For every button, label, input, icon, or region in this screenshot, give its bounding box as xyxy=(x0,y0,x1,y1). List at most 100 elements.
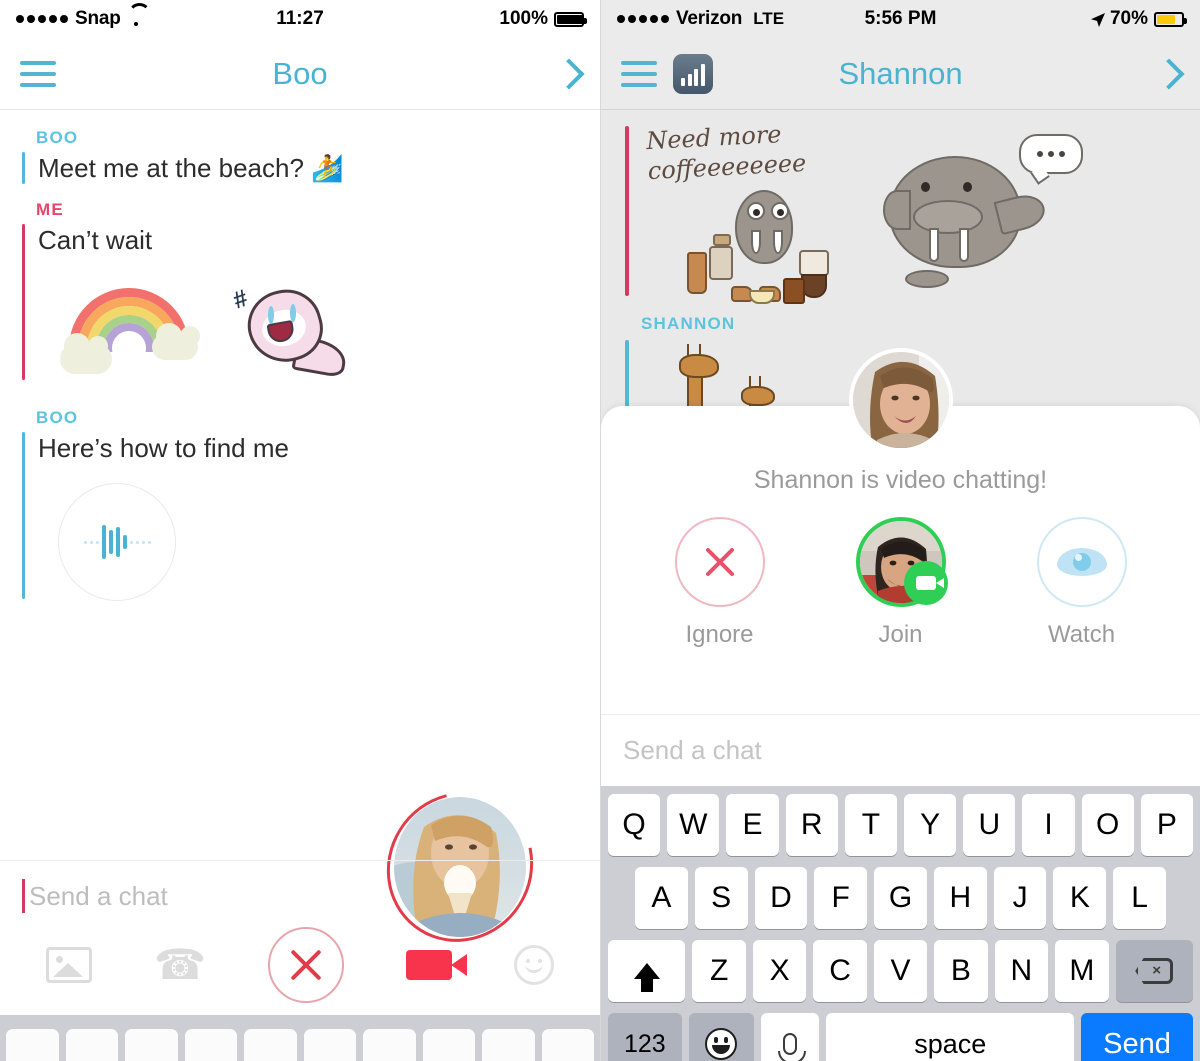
key-l[interactable]: L xyxy=(1113,867,1167,929)
keyboard-row-3: Z X C V B N M × xyxy=(605,940,1196,1002)
chat-message[interactable]: ME Can’t wait # xyxy=(0,200,600,382)
key-b[interactable]: B xyxy=(934,940,988,1002)
video-chat-actions: Ignore Join Watch xyxy=(601,495,1200,659)
composer-left: Send a chat ☎ xyxy=(0,860,600,1061)
action-label: Join xyxy=(878,621,923,648)
space-key[interactable]: space xyxy=(826,1013,1075,1061)
status-right-group: 100% xyxy=(499,8,587,30)
key-i[interactable]: I xyxy=(1022,794,1075,856)
dual-screenshot: Snap 11:27 100% Boo BOO Meet me at the b… xyxy=(0,0,1200,1061)
battery-icon xyxy=(554,11,587,27)
battery-percent: 100% xyxy=(499,8,548,29)
status-left-group: Snap xyxy=(16,8,145,30)
send-button[interactable]: Send xyxy=(1081,1013,1193,1061)
video-camera-icon[interactable] xyxy=(406,950,468,980)
keyboard-peek-strip[interactable] xyxy=(0,1015,600,1061)
gallery-icon[interactable] xyxy=(46,947,92,983)
battery-percent: 70% xyxy=(1109,8,1148,29)
audio-note-waveform[interactable] xyxy=(58,483,176,602)
key-m[interactable]: M xyxy=(1055,940,1109,1002)
key-x[interactable]: X xyxy=(752,940,807,1002)
hamburger-menu-icon[interactable] xyxy=(20,60,56,87)
chat-input-right[interactable]: Send a chat xyxy=(601,714,1200,786)
key-e[interactable]: E xyxy=(726,794,779,856)
network-type: LTE xyxy=(753,9,785,28)
key-p[interactable]: P xyxy=(1140,794,1194,856)
phone-icon[interactable]: ☎ xyxy=(154,944,206,986)
wifi-icon xyxy=(128,12,145,26)
keyboard-row-4: 123 space Send xyxy=(605,1013,1196,1061)
walrus-speech-sticker xyxy=(879,134,1083,288)
message-sender: SHANNON xyxy=(641,314,736,333)
key-f[interactable]: F xyxy=(814,867,868,929)
page-title: Boo xyxy=(272,55,328,91)
signal-bars-icon[interactable] xyxy=(673,53,713,94)
key-y[interactable]: Y xyxy=(904,794,957,856)
key-t[interactable]: T xyxy=(844,794,897,856)
key-r[interactable]: R xyxy=(785,794,838,856)
keyboard-row-2: A S D F G H J K L xyxy=(605,867,1196,929)
status-bar-right: Verizon LTE 5:56 PM 70% xyxy=(601,0,1200,38)
battery-icon xyxy=(1154,11,1187,27)
status-right-group: 70% xyxy=(1090,8,1187,30)
chevron-right-icon[interactable] xyxy=(553,57,585,90)
status-bar-left: Snap 11:27 100% xyxy=(0,0,600,38)
shannon-avatar xyxy=(848,348,953,452)
rainbow-sticker xyxy=(54,282,204,378)
join-action[interactable]: Join xyxy=(826,517,976,649)
sticker-group: # xyxy=(54,278,600,382)
key-o[interactable]: O xyxy=(1081,794,1134,856)
key-a[interactable]: A xyxy=(634,867,688,929)
watch-action[interactable]: Watch xyxy=(1007,517,1157,649)
text-cursor xyxy=(22,879,25,913)
message-text: Here’s how to find me xyxy=(38,432,289,463)
message-accent-bar xyxy=(22,431,25,600)
chat-message[interactable]: Need more coffeeeeeeee xyxy=(601,120,1200,308)
chat-message[interactable]: BOO Here’s how to find me xyxy=(0,408,600,602)
cloud-shape xyxy=(60,332,112,374)
key-q[interactable]: Q xyxy=(607,794,661,856)
ghost-sticker: # xyxy=(230,278,354,382)
emoji-key-icon[interactable] xyxy=(688,1013,754,1061)
shift-key-icon[interactable] xyxy=(607,940,686,1002)
key-n[interactable]: N xyxy=(994,940,1049,1002)
backspace-key-icon[interactable]: × xyxy=(1115,940,1194,1002)
eye-icon[interactable] xyxy=(1036,517,1127,607)
microphone-key-icon[interactable] xyxy=(760,1013,820,1061)
sticker-smiley-icon[interactable] xyxy=(513,945,554,985)
coffee-walrus-sticker xyxy=(687,184,837,304)
cloud-shape xyxy=(152,322,200,360)
key-w[interactable]: W xyxy=(667,794,720,856)
chat-input-row[interactable]: Send a chat xyxy=(0,860,600,921)
action-label: Ignore xyxy=(685,621,754,648)
video-camera-badge-icon xyxy=(903,561,948,605)
join-video-avatar[interactable] xyxy=(855,517,948,607)
nav-bar-left: Boo xyxy=(0,38,600,110)
key-u[interactable]: U xyxy=(963,794,1016,856)
action-label: Watch xyxy=(1047,621,1116,648)
key-z[interactable]: Z xyxy=(692,940,746,1002)
composer-toolbar: ☎ xyxy=(0,921,600,1015)
numbers-key[interactable]: 123 xyxy=(608,1013,682,1061)
key-g[interactable]: G xyxy=(874,867,927,929)
chat-message[interactable]: BOO Meet me at the beach? 🏄 xyxy=(0,128,600,186)
nav-bar-right: Shannon xyxy=(601,38,1200,110)
key-k[interactable]: K xyxy=(1053,867,1107,929)
key-s[interactable]: S xyxy=(694,867,748,929)
chevron-right-icon[interactable] xyxy=(1153,57,1185,90)
ignore-action[interactable]: Ignore xyxy=(645,517,795,649)
message-sender: BOO xyxy=(36,128,79,147)
message-sender: BOO xyxy=(36,407,79,427)
handwritten-note: Need more coffeeeeeeee xyxy=(646,118,807,186)
key-h[interactable]: H xyxy=(933,867,987,929)
close-x-icon[interactable] xyxy=(674,517,765,607)
key-d[interactable]: D xyxy=(754,867,808,929)
speech-bubble-icon xyxy=(1019,134,1083,174)
end-call-icon[interactable] xyxy=(268,927,345,1003)
key-j[interactable]: J xyxy=(993,867,1047,929)
hamburger-menu-icon[interactable] xyxy=(621,60,657,87)
message-accent-bar xyxy=(625,126,629,296)
key-c[interactable]: C xyxy=(813,940,867,1002)
key-v[interactable]: V xyxy=(873,940,928,1002)
video-chat-sheet: Shannon is video chatting! Ignore Join W… xyxy=(601,348,1200,719)
